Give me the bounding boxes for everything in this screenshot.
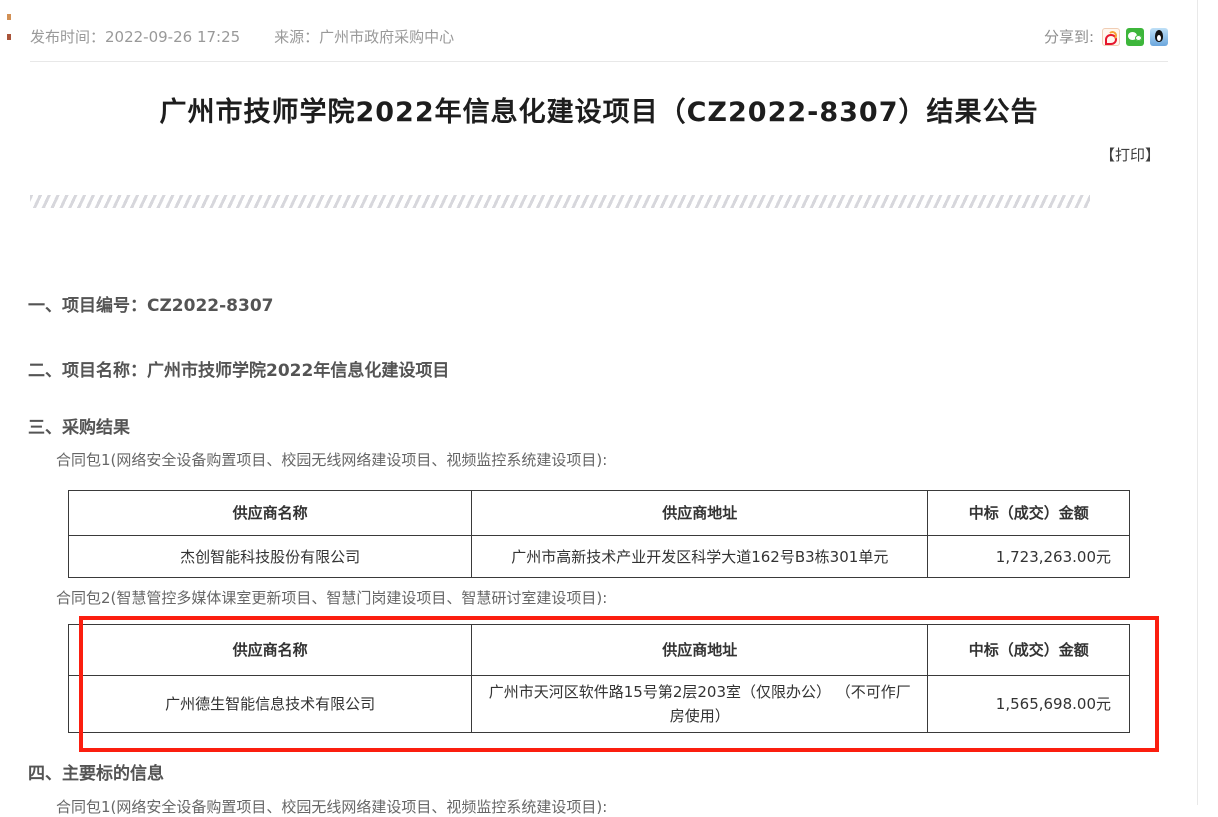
table-header-row: 供应商名称 供应商地址 中标（成交）金额 — [69, 625, 1130, 676]
clipped-package1-label: 合同包1(网络安全设备购置项目、校园无线网络建设项目、视频监控系统建设项目): — [56, 796, 607, 817]
package1-label: 合同包1(网络安全设备购置项目、校园无线网络建设项目、视频监控系统建设项目): — [56, 449, 607, 470]
table-row: 杰创智能科技股份有限公司 广州市高新技术产业开发区科学大道162号B3栋301单… — [69, 536, 1130, 578]
page-title: 广州市技师学院2022年信息化建设项目（CZ2022-8307）结果公告 — [30, 90, 1168, 129]
supplier-name-cell: 广州德生智能信息技术有限公司 — [69, 676, 472, 733]
award-amount-cell: 1,723,263.00元 — [928, 536, 1130, 578]
award-amount-cell: 1,565,698.00元 — [928, 676, 1130, 733]
package1-result-table: 供应商名称 供应商地址 中标（成交）金额 杰创智能科技股份有限公司 广州市高新技… — [68, 490, 1130, 578]
header-divider — [30, 61, 1168, 62]
edge-artifact-top — [7, 14, 11, 20]
hatched-divider — [30, 195, 1090, 208]
print-button[interactable]: 【打印】 — [30, 144, 1160, 165]
page-right-border — [1197, 0, 1198, 805]
package2-label: 合同包2(智慧管控多媒体课室更新项目、智慧门岗建设项目、智慧研讨室建设项目): — [56, 587, 607, 608]
header-award-amount: 中标（成交）金额 — [928, 491, 1130, 536]
package2-result-table: 供应商名称 供应商地址 中标（成交）金额 广州德生智能信息技术有限公司 广州市天… — [68, 624, 1130, 733]
weibo-share-icon[interactable] — [1102, 28, 1120, 46]
qq-share-icon[interactable] — [1150, 28, 1168, 46]
meta-bar: 发布时间：2022-09-26 17:25 来源：广州市政府采购中心 分享到: — [30, 26, 1168, 47]
header-supplier-name: 供应商名称 — [69, 491, 472, 536]
header-supplier-address: 供应商地址 — [472, 491, 928, 536]
section-procurement-result: 三、采购结果 — [28, 413, 130, 438]
header-award-amount: 中标（成交）金额 — [928, 625, 1130, 676]
table-row: 广州德生智能信息技术有限公司 广州市天河区软件路15号第2层203室（仅限办公）… — [69, 676, 1130, 733]
table-header-row: 供应商名称 供应商地址 中标（成交）金额 — [69, 491, 1130, 536]
section-main-subject-info: 四、主要标的信息 — [28, 759, 164, 784]
publish-time: 发布时间：2022-09-26 17:25 — [30, 26, 240, 47]
source-label: 来源：广州市政府采购中心 — [274, 26, 454, 47]
header-supplier-address: 供应商地址 — [472, 625, 928, 676]
header-supplier-name: 供应商名称 — [69, 625, 472, 676]
share-to-label: 分享到: — [1044, 26, 1094, 47]
supplier-name-cell: 杰创智能科技股份有限公司 — [69, 536, 472, 578]
supplier-address-cell: 广州市高新技术产业开发区科学大道162号B3栋301单元 — [472, 536, 928, 578]
share-icons-group — [1102, 28, 1168, 46]
supplier-address-cell: 广州市天河区软件路15号第2层203室（仅限办公） （不可作厂房使用） — [472, 676, 928, 733]
wechat-share-icon[interactable] — [1126, 28, 1144, 46]
section-project-name: 二、项目名称：广州市技师学院2022年信息化建设项目 — [28, 356, 449, 381]
edge-artifact-bottom — [7, 34, 11, 40]
section-project-number: 一、项目编号：CZ2022-8307 — [28, 291, 274, 316]
